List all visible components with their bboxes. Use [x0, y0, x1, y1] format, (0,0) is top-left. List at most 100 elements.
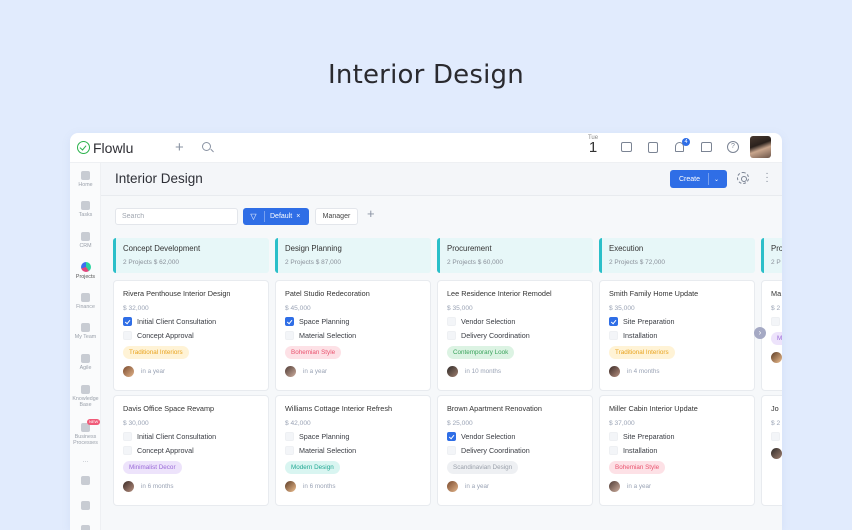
sidebar-item-agile[interactable]: Agile	[70, 354, 101, 371]
project-card[interactable]: Davis Office Space Revamp $ 30,000 Initial…	[113, 395, 269, 506]
task-checkbox[interactable]	[609, 331, 618, 340]
page-title: Interior Design	[115, 171, 203, 186]
task-checkbox[interactable]	[447, 432, 456, 441]
task-item: Material Selection	[285, 446, 421, 455]
task-item	[771, 432, 782, 441]
column-header[interactable]: Concept Development 2 Projects $ 62,000	[113, 238, 269, 273]
project-card[interactable]: Williams Cottage Interior Refresh $ 42,00…	[275, 395, 431, 506]
add-icon[interactable]: +	[175, 139, 184, 156]
sidebar-item-extra-3[interactable]	[70, 525, 101, 530]
sidebar-item-business-processes[interactable]: NEW Business Processes	[70, 419, 101, 446]
manager-filter-button[interactable]: Manager	[315, 208, 358, 225]
task-checkbox[interactable]	[771, 432, 780, 441]
task-item: Material Selection	[285, 331, 421, 340]
create-button[interactable]: Create ⌄	[670, 170, 727, 188]
tag-badge[interactable]: Traditional Interiors	[123, 346, 189, 359]
card-amount: $ 2	[771, 420, 781, 427]
tag-badge[interactable]: Minimalist Decor	[123, 461, 182, 474]
more-vertical-icon[interactable]: · · ·	[765, 169, 769, 187]
task-checkbox[interactable]	[447, 446, 456, 455]
card-title: Smith Family Home Update	[609, 289, 699, 298]
sidebar-item-extra-1[interactable]	[70, 476, 101, 485]
task-checkbox[interactable]	[447, 317, 456, 326]
column-title: Design Planning	[285, 244, 342, 253]
due-date: in 6 months	[141, 483, 174, 490]
main-area: Interior Design Create ⌄ ··· ▽ Default ×…	[101, 163, 782, 530]
chevron-down-icon[interactable]: ⌄	[714, 176, 719, 183]
help-icon[interactable]: ?	[727, 141, 739, 153]
assignee-avatar[interactable]	[771, 448, 782, 459]
task-checkbox[interactable]	[609, 446, 618, 455]
add-filter-icon[interactable]: +	[367, 206, 375, 221]
mail-icon[interactable]	[621, 142, 632, 152]
column-title: Procurement	[447, 244, 492, 253]
sidebar-item-projects[interactable]: Projects	[70, 262, 101, 280]
sidebar-item-knowledge-base[interactable]: Knowledge Base	[70, 385, 101, 408]
notes-icon[interactable]	[648, 142, 658, 153]
chat-icon[interactable]	[701, 142, 712, 152]
assignee-avatar[interactable]	[285, 366, 296, 377]
task-checkbox[interactable]	[609, 432, 618, 441]
task-checkbox[interactable]	[285, 317, 294, 326]
project-card[interactable]: Brown Apartment Renovation $ 25,000 Vendor…	[437, 395, 593, 506]
task-checkbox[interactable]	[285, 331, 294, 340]
tag-badge[interactable]: Bohemian Style	[609, 461, 666, 474]
close-icon[interactable]: ×	[296, 213, 300, 220]
task-checkbox[interactable]	[123, 331, 132, 340]
column-header[interactable]: Procurement 2 Projects $ 60,000	[437, 238, 593, 273]
task-checkbox[interactable]	[609, 317, 618, 326]
date-widget[interactable]: Tue 1	[587, 135, 599, 155]
tag-badge[interactable]: Scandinavian Design	[447, 461, 519, 474]
tag-badge[interactable]: Traditional Interiors	[609, 346, 675, 359]
project-card[interactable]: Rivera Penthouse Interior Design $ 32,000…	[113, 280, 269, 391]
due-date: in a year	[303, 368, 328, 375]
search-input[interactable]	[115, 208, 238, 225]
column-header[interactable]: Design Planning 2 Projects $ 87,000	[275, 238, 431, 273]
assignee-avatar[interactable]	[123, 481, 134, 492]
scroll-right-icon[interactable]: ›	[754, 327, 766, 339]
project-card[interactable]: Jo $ 2	[761, 395, 782, 506]
sidebar-item-my-team[interactable]: My Team	[70, 323, 101, 340]
tag-badge[interactable]: Bohemian Style	[285, 346, 342, 359]
tag-badge[interactable]: M	[771, 332, 782, 345]
finance-icon	[81, 293, 90, 302]
assignee-avatar[interactable]	[447, 366, 458, 377]
sidebar: Home Tasks CRM Projects Finance My Team …	[70, 163, 101, 530]
assignee-avatar[interactable]	[609, 366, 620, 377]
search-icon[interactable]	[202, 142, 211, 151]
project-card[interactable]: Smith Family Home Update $ 35,000 Site Pre…	[599, 280, 755, 391]
task-checkbox[interactable]	[285, 446, 294, 455]
task-label: Delivery Coordination	[461, 446, 530, 455]
sidebar-item-tasks[interactable]: Tasks	[70, 201, 101, 218]
project-card[interactable]: Miller Cabin Interior Update $ 37,000 Site…	[599, 395, 755, 506]
assignee-avatar[interactable]	[771, 352, 782, 363]
sidebar-item-finance[interactable]: Finance	[70, 293, 101, 310]
task-checkbox[interactable]	[285, 432, 294, 441]
task-checkbox[interactable]	[123, 432, 132, 441]
task-checkbox[interactable]	[123, 446, 132, 455]
task-checkbox[interactable]	[123, 317, 132, 326]
gear-icon[interactable]	[737, 172, 749, 184]
assignee-avatar[interactable]	[609, 481, 620, 492]
tag-row: Minimalist Decor	[123, 455, 259, 474]
task-checkbox[interactable]	[447, 331, 456, 340]
tag-badge[interactable]: Contemporary Look	[447, 346, 515, 359]
tag-badge[interactable]: Modern Design	[285, 461, 340, 474]
sidebar-item-crm[interactable]: CRM	[70, 232, 101, 249]
user-avatar[interactable]	[750, 136, 771, 158]
column-header[interactable]: Pro 2 P	[761, 238, 782, 273]
assignee-avatar[interactable]	[447, 481, 458, 492]
filter-default-button[interactable]: ▽ Default ×	[243, 208, 309, 225]
sidebar-item-extra-2[interactable]	[70, 501, 101, 510]
task-checkbox[interactable]	[771, 317, 780, 326]
assignee-avatar[interactable]	[123, 366, 134, 377]
project-card[interactable]: Lee Residence Interior Remodel $ 35,000 Ve…	[437, 280, 593, 391]
column-header[interactable]: Execution 2 Projects $ 72,000	[599, 238, 755, 273]
sidebar-item-home[interactable]: Home	[70, 171, 101, 188]
assignee-avatar[interactable]	[285, 481, 296, 492]
logo[interactable]: Flowlu	[77, 140, 133, 156]
sidebar-more[interactable]: ...	[70, 457, 101, 464]
project-card[interactable]: Patel Studio Redecoration $ 45,000 Space P…	[275, 280, 431, 391]
projects-icon	[80, 262, 91, 272]
column-summary: 2 Projects $ 87,000	[285, 259, 342, 266]
